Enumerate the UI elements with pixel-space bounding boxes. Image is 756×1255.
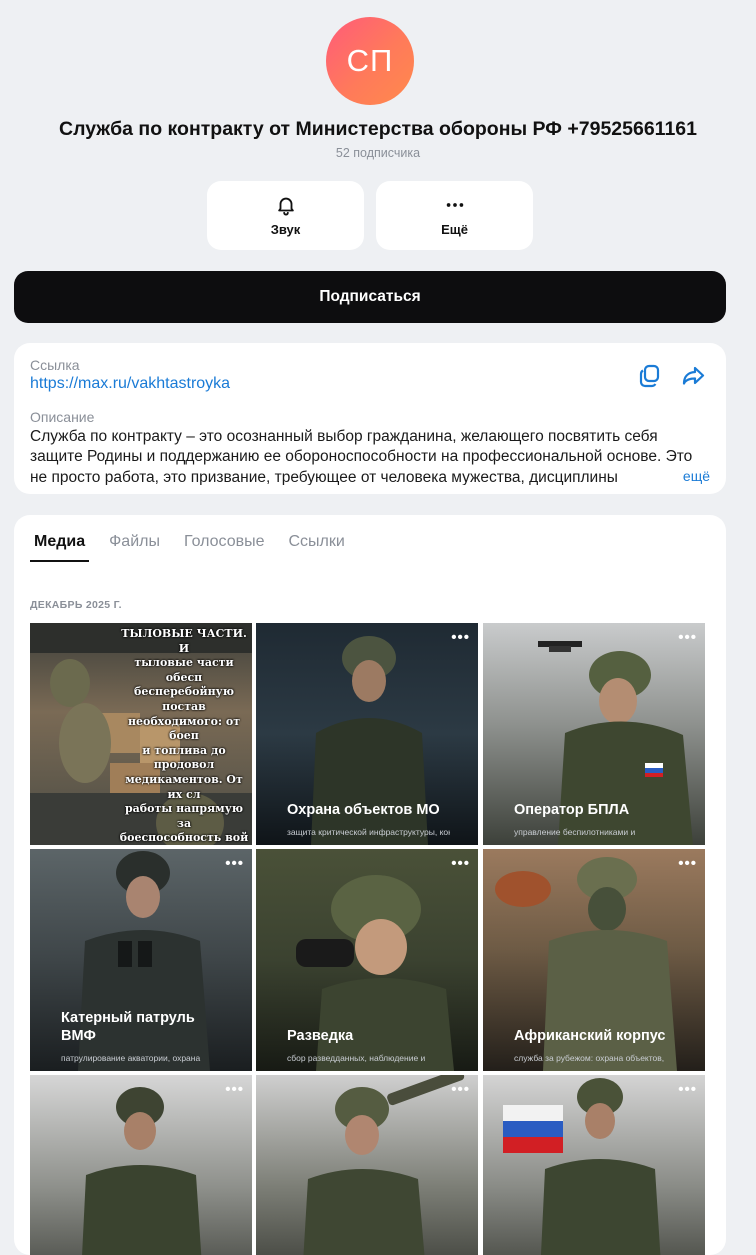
tile-title: Африканский корпус [514, 1028, 666, 1044]
sound-button[interactable]: Звук [207, 181, 364, 250]
media-panel: Медиа Файлы Голосовые Ссылки ДЕКАБРЬ 202… [14, 515, 726, 1255]
channel-link[interactable]: https://max.ru/vakhtastroyka [30, 375, 230, 393]
subscriber-count: 52 подписчика [335, 146, 421, 160]
tile-caption: Оператор БПЛА управление беспилотниками … [483, 801, 705, 845]
tile-subtitle: управление беспилотниками и [514, 827, 636, 837]
tab-files[interactable]: Файлы [105, 533, 164, 563]
more-button[interactable]: Ещё [376, 181, 533, 250]
share-icon[interactable] [681, 363, 707, 389]
tile-subtitle: патрулирование акватории, охрана [61, 1053, 201, 1063]
tile-caption: Катерный патруль ВМФ патрулирование аква… [30, 1009, 252, 1071]
description-label: Описание [30, 409, 95, 425]
soldier-portrait-image [82, 1087, 202, 1255]
tab-links[interactable]: Ссылки [285, 533, 349, 563]
media-tile[interactable]: ••• Разведка сбор разведданных, наблюден… [256, 849, 478, 1071]
channel-description: Служба по контракту – это осознанный выб… [30, 428, 693, 485]
tile-caption: Разведка сбор разведданных, наблюдение и [256, 1027, 478, 1071]
more-dots-icon[interactable]: ••• [225, 1082, 244, 1097]
tab-voice[interactable]: Голосовые [180, 533, 269, 563]
bell-icon [277, 197, 294, 216]
media-tabs: Медиа Файлы Голосовые Ссылки [30, 533, 365, 563]
more-dots-icon[interactable]: ••• [225, 856, 244, 871]
artillery-soldier-image [303, 1075, 465, 1255]
more-dots-icon[interactable]: ••• [451, 630, 470, 645]
tile-caption: Африканский корпус служба за рубежом: ох… [483, 1027, 705, 1071]
more-dots-icon[interactable]: ••• [678, 630, 697, 645]
channel-title: Служба по контракту от Министерства обор… [59, 118, 697, 140]
more-dots-icon[interactable]: ••• [678, 1082, 697, 1097]
media-tile[interactable]: ••• Оператор БПЛА управление беспилотник… [483, 623, 705, 845]
more-dots-icon [446, 203, 463, 207]
media-tile[interactable]: ••• [256, 1075, 478, 1255]
media-tile[interactable]: ТЫЛОВЫЕ ЧАСТИ. И тыловые части обесп бес… [30, 623, 252, 845]
tile-title: Разведка [287, 1028, 354, 1044]
copy-icon[interactable] [637, 363, 663, 389]
tile-title: Оператор БПЛА [514, 802, 630, 818]
sound-label: Звук [270, 222, 301, 237]
tile-title: Охрана объектов МО [287, 802, 440, 818]
tile-subtitle: защита критической инфраструктуры, контр… [287, 827, 450, 837]
subscribe-button[interactable]: Подписаться [14, 271, 726, 323]
more-dots-icon[interactable]: ••• [451, 856, 470, 871]
tile-overlay-text: ТЫЛОВЫЕ ЧАСТИ. И тыловые части обесп бес… [119, 627, 249, 845]
media-tile[interactable]: ••• Африканский корпус служба за рубежом… [483, 849, 705, 1071]
tab-media[interactable]: Медиа [30, 533, 90, 563]
tile-subtitle: сбор разведданных, наблюдение и [287, 1053, 426, 1063]
channel-avatar[interactable]: СП [326, 17, 414, 105]
link-label: Ссылка [30, 357, 80, 373]
flag-soldier-image [503, 1078, 661, 1255]
info-card: Ссылка https://max.ru/vakhtastroyka Опис… [14, 343, 726, 494]
media-tile[interactable]: ••• [30, 1075, 252, 1255]
month-header: ДЕКАБРЬ 2025 Г. [30, 599, 122, 611]
more-label: Ещё [441, 222, 468, 237]
media-tile[interactable]: ••• Катерный патруль ВМФ патрулирование … [30, 849, 252, 1071]
more-dots-icon[interactable]: ••• [678, 856, 697, 871]
tile-caption: Охрана объектов МО защита критической ин… [256, 801, 478, 845]
description-more-link[interactable]: ещё [664, 468, 710, 484]
tile-title: Катерный патруль ВМФ [61, 1010, 195, 1044]
avatar-initials: СП [346, 43, 394, 78]
media-tile[interactable]: ••• [483, 1075, 705, 1255]
tile-subtitle: служба за рубежом: охрана объектов, [514, 1053, 665, 1063]
more-dots-icon[interactable]: ••• [451, 1082, 470, 1097]
media-tile[interactable]: ••• Охрана объектов МО защита критическо… [256, 623, 478, 845]
